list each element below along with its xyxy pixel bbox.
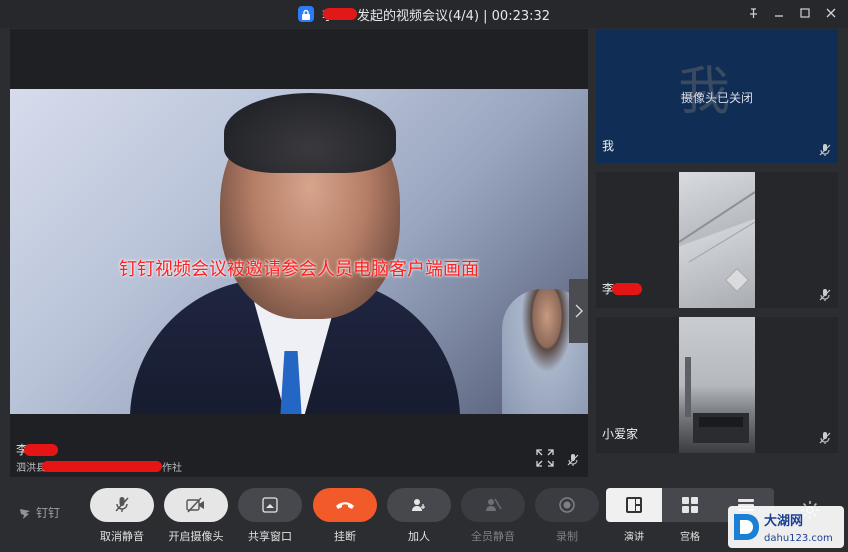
mic-muted-icon: [819, 432, 831, 444]
meeting-toolbar: 钉钉 取消静音 开启摄像头 共享窗口 挂断 加人 全员静音 录制 演讲 宫格: [0, 478, 848, 552]
brand-logo: 钉钉: [18, 504, 60, 521]
unmute-button[interactable]: 取消静音: [90, 488, 154, 544]
redaction-mark: [322, 8, 357, 20]
view-speaker-label: 演讲: [624, 532, 644, 543]
share-screen-icon: [262, 497, 278, 513]
participant-tile-2[interactable]: 李: [596, 172, 838, 308]
avatar-char: 我: [678, 62, 731, 122]
redaction-mark: [612, 282, 643, 295]
title-bar: 李 发起的视频会议(4/4) | 00:23:32: [0, 0, 848, 28]
speaker-name: 李: [16, 441, 59, 458]
mic-muted-icon: [567, 454, 579, 466]
redaction-mark: [24, 443, 59, 456]
camera-off-label: 摄像头已关闭: [680, 91, 753, 105]
camera-on-button[interactable]: 开启摄像头: [164, 488, 228, 544]
speaker-layout-icon: [626, 497, 642, 513]
participant-video: [679, 172, 755, 308]
fullscreen-icon[interactable]: [536, 449, 554, 467]
lock-icon: [297, 6, 314, 22]
speaker-video: 钉钉视频会议被邀请参会人员电脑客户端画面: [10, 89, 588, 414]
grid-layout-icon: [682, 497, 698, 513]
participant-name: 李: [602, 280, 643, 297]
watermark-logo: 大湖网 dahu123.com: [728, 506, 844, 548]
hang-up-button[interactable]: 挂断: [313, 488, 377, 544]
participant-name: 我: [602, 139, 615, 153]
overlay-caption: 钉钉视频会议被邀请参会人员电脑客户端画面: [119, 259, 479, 280]
expand-sidebar-button[interactable]: [569, 279, 588, 343]
phone-hangup-icon: [336, 502, 354, 509]
participant-name: 小爱家: [602, 427, 639, 441]
view-grid-label: 宫格: [680, 532, 700, 543]
minimize-icon[interactable]: [772, 6, 786, 20]
watermark-brand: 大湖网: [764, 513, 803, 529]
add-user-icon: [412, 499, 425, 511]
participant-video: [679, 317, 755, 453]
share-window-button[interactable]: 共享窗口: [238, 488, 302, 544]
redaction-mark: [42, 461, 162, 472]
add-participant-button[interactable]: 加人: [387, 488, 451, 544]
chevron-right-icon: [575, 304, 583, 318]
main-video-panel[interactable]: 钉钉视频会议被邀请参会人员电脑客户端画面 李 泗洪县 作社: [10, 29, 588, 477]
mic-muted-icon: [819, 289, 831, 301]
maximize-icon[interactable]: [798, 6, 812, 20]
mute-all-icon: [486, 498, 502, 511]
participant-tile-3[interactable]: 小爱家: [596, 317, 838, 453]
view-grid-button[interactable]: [662, 488, 718, 522]
record-icon: [559, 497, 575, 513]
mic-muted-icon: [819, 144, 831, 156]
mute-all-button[interactable]: 全员静音: [461, 488, 525, 544]
mic-off-icon: [115, 497, 129, 512]
record-button[interactable]: 录制: [535, 488, 599, 544]
watermark-url: dahu123.com: [764, 533, 833, 544]
camera-off-icon: [186, 497, 204, 513]
view-speaker-button[interactable]: [606, 488, 662, 522]
close-icon[interactable]: [824, 6, 838, 20]
participant-tile-self[interactable]: 我 摄像头已关闭 我: [596, 29, 838, 163]
speaker-org: 泗洪县 作社: [16, 461, 182, 474]
window-title: 发起的视频会议(4/4) | 00:23:32: [356, 8, 551, 24]
dingtalk-logo-icon: [20, 508, 30, 519]
pin-icon[interactable]: [746, 6, 760, 20]
